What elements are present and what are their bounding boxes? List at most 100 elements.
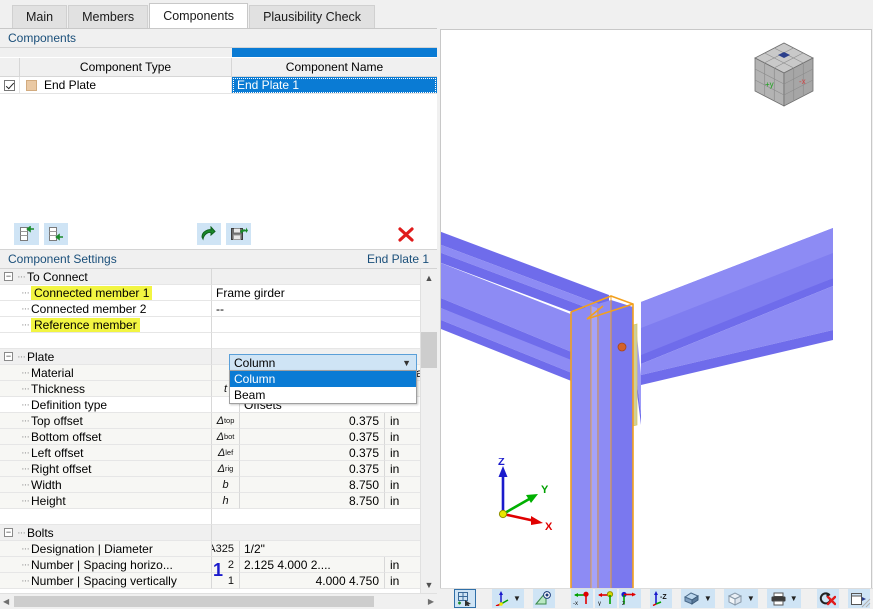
scrollbar-track[interactable]: [421, 286, 437, 576]
value-width[interactable]: 8.750: [240, 477, 384, 493]
row-spacer-plate: [0, 509, 420, 525]
view-in-negative-x-icon[interactable]: -x: [570, 589, 593, 608]
row-component-name-cell[interactable]: End Plate 1: [232, 77, 437, 94]
value-connected-member-1[interactable]: Frame girder: [212, 285, 420, 301]
transparent-model-icon[interactable]: ▼: [723, 589, 758, 608]
row-spacer-to-connect: [0, 333, 420, 349]
reference-member-dropdown-list[interactable]: Column Beam: [229, 370, 417, 404]
settings-horizontal-scrollbar[interactable]: ◀ ▶: [0, 593, 437, 609]
label-number-spacing-horizontal-cell: ··· Number | Spacing horizo...: [0, 557, 212, 573]
components-caption-bar: Components: [0, 29, 437, 48]
value-top-offset[interactable]: 0.375: [240, 413, 384, 429]
print-icon[interactable]: ▼: [766, 589, 801, 608]
value-diameter[interactable]: 1/2": [240, 541, 420, 557]
chevron-down-icon[interactable]: ▼: [747, 594, 755, 603]
right-panel: +y -x Z Y X ▼ -x y z -Z ▼ ▼ ▼: [440, 28, 873, 609]
row-designation-diameter[interactable]: ··· Designation | Diameter A325 1/2": [0, 541, 420, 557]
row-right-offset[interactable]: ··· Right offset Δrig 0.375 in: [0, 461, 420, 477]
dropdown-option-column[interactable]: Column: [230, 371, 416, 387]
label-height: Height: [31, 493, 66, 508]
unit-width: in: [384, 477, 420, 493]
tree-line-icon: ···: [21, 286, 30, 299]
svg-text:y: y: [598, 601, 601, 606]
resize-grip-icon[interactable]: [861, 598, 871, 608]
row-width[interactable]: ··· Width b 8.750 in: [0, 477, 420, 493]
hscrollbar-thumb[interactable]: [14, 596, 374, 607]
row-reference-member[interactable]: ··· Reference member: [0, 317, 420, 333]
row-checkbox-cell[interactable]: [0, 77, 20, 94]
chevron-down-icon[interactable]: ▼: [704, 594, 712, 603]
row-component-type-cell[interactable]: End Plate: [20, 77, 232, 94]
collapse-icon[interactable]: −: [4, 272, 13, 281]
hscroll-right-arrow-icon[interactable]: ▶: [428, 597, 434, 606]
value-height[interactable]: 8.750: [240, 493, 384, 509]
grid-header-component-type[interactable]: Component Type: [20, 58, 232, 77]
collapse-icon[interactable]: −: [4, 528, 13, 537]
tree-line-icon: ···: [21, 446, 30, 459]
checkbox-checked-icon[interactable]: [4, 79, 15, 91]
row-component-type-label: End Plate: [44, 78, 97, 92]
application-window: Main Members Components Plausibility Che…: [0, 0, 873, 609]
scrollbar-thumb[interactable]: [421, 332, 437, 368]
symbol-height: h: [212, 493, 240, 509]
row-connected-member-1[interactable]: ··· Connected member 1 Frame girder: [0, 285, 420, 301]
components-caption-label: Components: [8, 30, 77, 45]
save-component-icon[interactable]: [226, 223, 251, 245]
tab-components[interactable]: Components: [149, 3, 249, 28]
table-row[interactable]: End Plate End Plate 1: [0, 77, 437, 94]
value-right-offset[interactable]: 0.375: [240, 461, 384, 477]
value-connected-member-2[interactable]: --: [212, 301, 420, 317]
value-left-offset[interactable]: 0.375: [240, 445, 384, 461]
group-label-cell: − ··· To Connect: [0, 269, 212, 285]
collapse-icon[interactable]: −: [4, 352, 13, 361]
tab-members[interactable]: Members: [68, 5, 149, 28]
delete-component-icon[interactable]: [393, 223, 418, 245]
tree-line-icon: ···: [21, 414, 30, 427]
select-objects-icon[interactable]: [454, 589, 476, 608]
view-isometric-z-icon[interactable]: -Z: [649, 589, 672, 608]
tree-group-bolts[interactable]: − ··· Bolts: [0, 525, 420, 541]
row-left-offset[interactable]: ··· Left offset Δlef 0.375 in: [0, 445, 420, 461]
tab-main[interactable]: Main: [12, 5, 68, 28]
settings-tree-outer: − ··· To Connect ··· Connected member 1: [0, 269, 437, 593]
label-definition-type-cell: ··· Definition type: [0, 397, 212, 413]
symbol-subscript: bot: [223, 432, 235, 441]
hscroll-left-arrow-icon[interactable]: ◀: [3, 597, 9, 606]
coordinate-system-icon[interactable]: ▼: [492, 589, 524, 608]
value-spacing-vertical[interactable]: 4.000 4.750: [240, 573, 384, 589]
reset-view-icon[interactable]: [816, 589, 839, 608]
insert-component-below-icon[interactable]: [43, 223, 69, 245]
row-number-spacing-horizontal[interactable]: ··· Number | Spacing horizo... 2 2.125 4…: [0, 557, 420, 573]
3d-viewport[interactable]: +y -x Z Y X: [440, 29, 872, 588]
view-in-y-icon[interactable]: y: [594, 589, 617, 608]
tab-bar: Main Members Components Plausibility Che…: [0, 0, 873, 28]
settings-vertical-scrollbar[interactable]: ▲ ▼: [420, 269, 437, 593]
value-bottom-offset[interactable]: 0.375: [240, 429, 384, 445]
insert-component-above-icon[interactable]: [14, 223, 39, 245]
render-display-icon[interactable]: [532, 589, 555, 608]
settings-caption-component: End Plate 1: [366, 251, 429, 266]
dropdown-option-beam[interactable]: Beam: [230, 387, 416, 403]
solid-model-display-icon[interactable]: ▼: [680, 589, 715, 608]
row-height[interactable]: ··· Height h 8.750 in: [0, 493, 420, 509]
grid-header-checkbox-col: [0, 58, 20, 77]
row-bottom-offset[interactable]: ··· Bottom offset Δbot 0.375 in: [0, 429, 420, 445]
chevron-down-icon[interactable]: ▼: [402, 358, 411, 368]
row-connected-member-2[interactable]: ··· Connected member 2 --: [0, 301, 420, 317]
row-top-offset[interactable]: ··· Top offset Δtop 0.375 in: [0, 413, 420, 429]
value-spacing-horizontal[interactable]: 2.125 4.000 2....: [240, 557, 384, 573]
scroll-up-icon[interactable]: ▲: [421, 269, 437, 286]
chevron-down-icon[interactable]: ▼: [513, 594, 521, 603]
scroll-down-icon[interactable]: ▼: [421, 576, 437, 593]
grid-color-strip: [0, 48, 437, 58]
tree-group-to-connect[interactable]: − ··· To Connect: [0, 269, 420, 285]
view-in-z-icon[interactable]: z: [618, 589, 641, 608]
chevron-down-icon[interactable]: ▼: [790, 594, 798, 603]
row-number-spacing-vertical[interactable]: ··· Number | Spacing vertically 1 4.000 …: [0, 573, 420, 589]
tab-plausibility-check[interactable]: Plausibility Check: [249, 5, 376, 28]
import-component-icon[interactable]: [196, 223, 222, 245]
grid-header-row: Component Type Component Name: [0, 58, 437, 77]
view-cube-icon[interactable]: +y -x: [745, 38, 823, 112]
grid-header-component-name[interactable]: Component Name: [232, 58, 437, 77]
reference-member-combobox[interactable]: Column ▼: [229, 354, 417, 371]
